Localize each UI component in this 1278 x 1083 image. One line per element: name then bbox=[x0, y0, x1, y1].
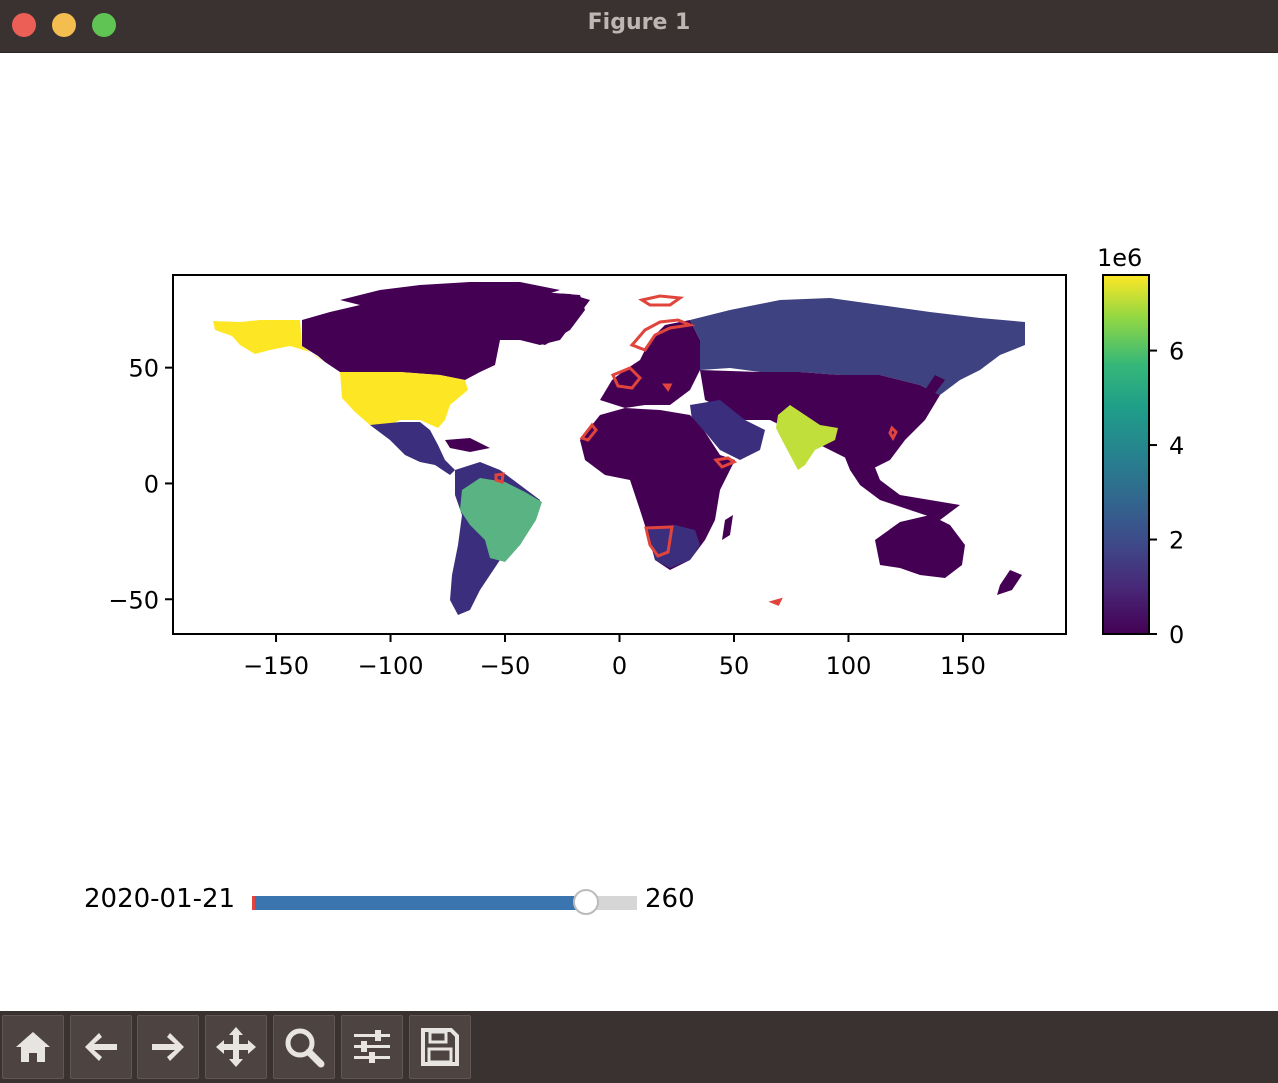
sliders-icon bbox=[354, 1030, 390, 1063]
y-tick-label: 50 bbox=[128, 355, 159, 383]
outline-svalbard bbox=[638, 294, 685, 307]
colorbar-tick-label: 0 bbox=[1169, 621, 1184, 649]
outline-kerguelen bbox=[768, 597, 783, 606]
map-landmasses bbox=[213, 282, 1025, 615]
region-australia bbox=[875, 515, 965, 578]
x-axis: −150 −100 −50 0 50 100 150 bbox=[243, 634, 986, 680]
region-mexico bbox=[370, 422, 455, 475]
x-tick-label: 50 bbox=[719, 652, 750, 680]
arrow-right-icon bbox=[152, 1033, 184, 1061]
region-south-africa bbox=[648, 525, 700, 568]
x-tick-label: 0 bbox=[612, 652, 627, 680]
x-tick-label: −50 bbox=[480, 652, 531, 680]
magnifier-icon bbox=[285, 1028, 325, 1068]
pan-button[interactable] bbox=[205, 1015, 267, 1079]
home-button[interactable] bbox=[2, 1015, 64, 1079]
floppy-icon bbox=[421, 1028, 459, 1066]
y-axis: 50 0 −50 bbox=[108, 355, 173, 614]
region-europe bbox=[600, 320, 700, 408]
x-tick-label: −150 bbox=[243, 652, 309, 680]
y-tick-label: 0 bbox=[144, 470, 159, 498]
region-new-zealand bbox=[997, 570, 1022, 595]
zoom-button[interactable] bbox=[273, 1015, 335, 1079]
slider-label: 2020-01-21 bbox=[84, 884, 236, 914]
colorbar-tick-label: 4 bbox=[1169, 432, 1184, 460]
home-icon bbox=[16, 1032, 50, 1062]
colorbar-multiplier-label: 1e6 bbox=[1097, 244, 1142, 272]
colorbar-axis: 0 2 4 6 bbox=[1149, 338, 1184, 649]
window-title: Figure 1 bbox=[587, 10, 691, 35]
toolbar bbox=[0, 1011, 1278, 1083]
move-icon bbox=[216, 1027, 256, 1067]
back-button[interactable] bbox=[70, 1015, 132, 1079]
subplots-button[interactable] bbox=[341, 1015, 403, 1079]
outline-greece bbox=[662, 383, 673, 392]
x-tick-label: 150 bbox=[940, 652, 986, 680]
arrow-left-icon bbox=[85, 1033, 117, 1061]
x-tick-label: −100 bbox=[358, 652, 424, 680]
figure-canvas[interactable]: −150 −100 −50 0 50 100 150 50 0 −50 1e6 0 2 4 6 202… bbox=[0, 53, 1278, 1011]
map-plot: −150 −100 −50 0 50 100 150 50 0 −50 1e6 0 2 4 6 bbox=[108, 244, 1184, 680]
title-bar: Figure 1 bbox=[0, 0, 1278, 53]
colorbar-tick-label: 6 bbox=[1169, 338, 1184, 366]
x-tick-label: 100 bbox=[826, 652, 872, 680]
save-button[interactable] bbox=[409, 1015, 471, 1079]
slider-value: 260 bbox=[645, 884, 695, 914]
region-usa bbox=[340, 372, 468, 430]
region-se-asia bbox=[840, 445, 960, 520]
forward-button[interactable] bbox=[137, 1015, 199, 1079]
figure-window: Figure 1 −150 −100 −50 0 50 100 150 50 0… bbox=[0, 0, 1278, 1083]
colorbar-tick-label: 2 bbox=[1169, 527, 1184, 555]
slider-start-marker bbox=[252, 896, 255, 910]
colorbar bbox=[1102, 274, 1150, 635]
slider-fill bbox=[253, 896, 586, 910]
region-madagascar bbox=[722, 515, 733, 540]
region-caribbean bbox=[445, 438, 490, 452]
slider[interactable] bbox=[252, 889, 637, 915]
y-tick-label: −50 bbox=[108, 586, 159, 614]
slider-handle[interactable] bbox=[572, 889, 599, 915]
